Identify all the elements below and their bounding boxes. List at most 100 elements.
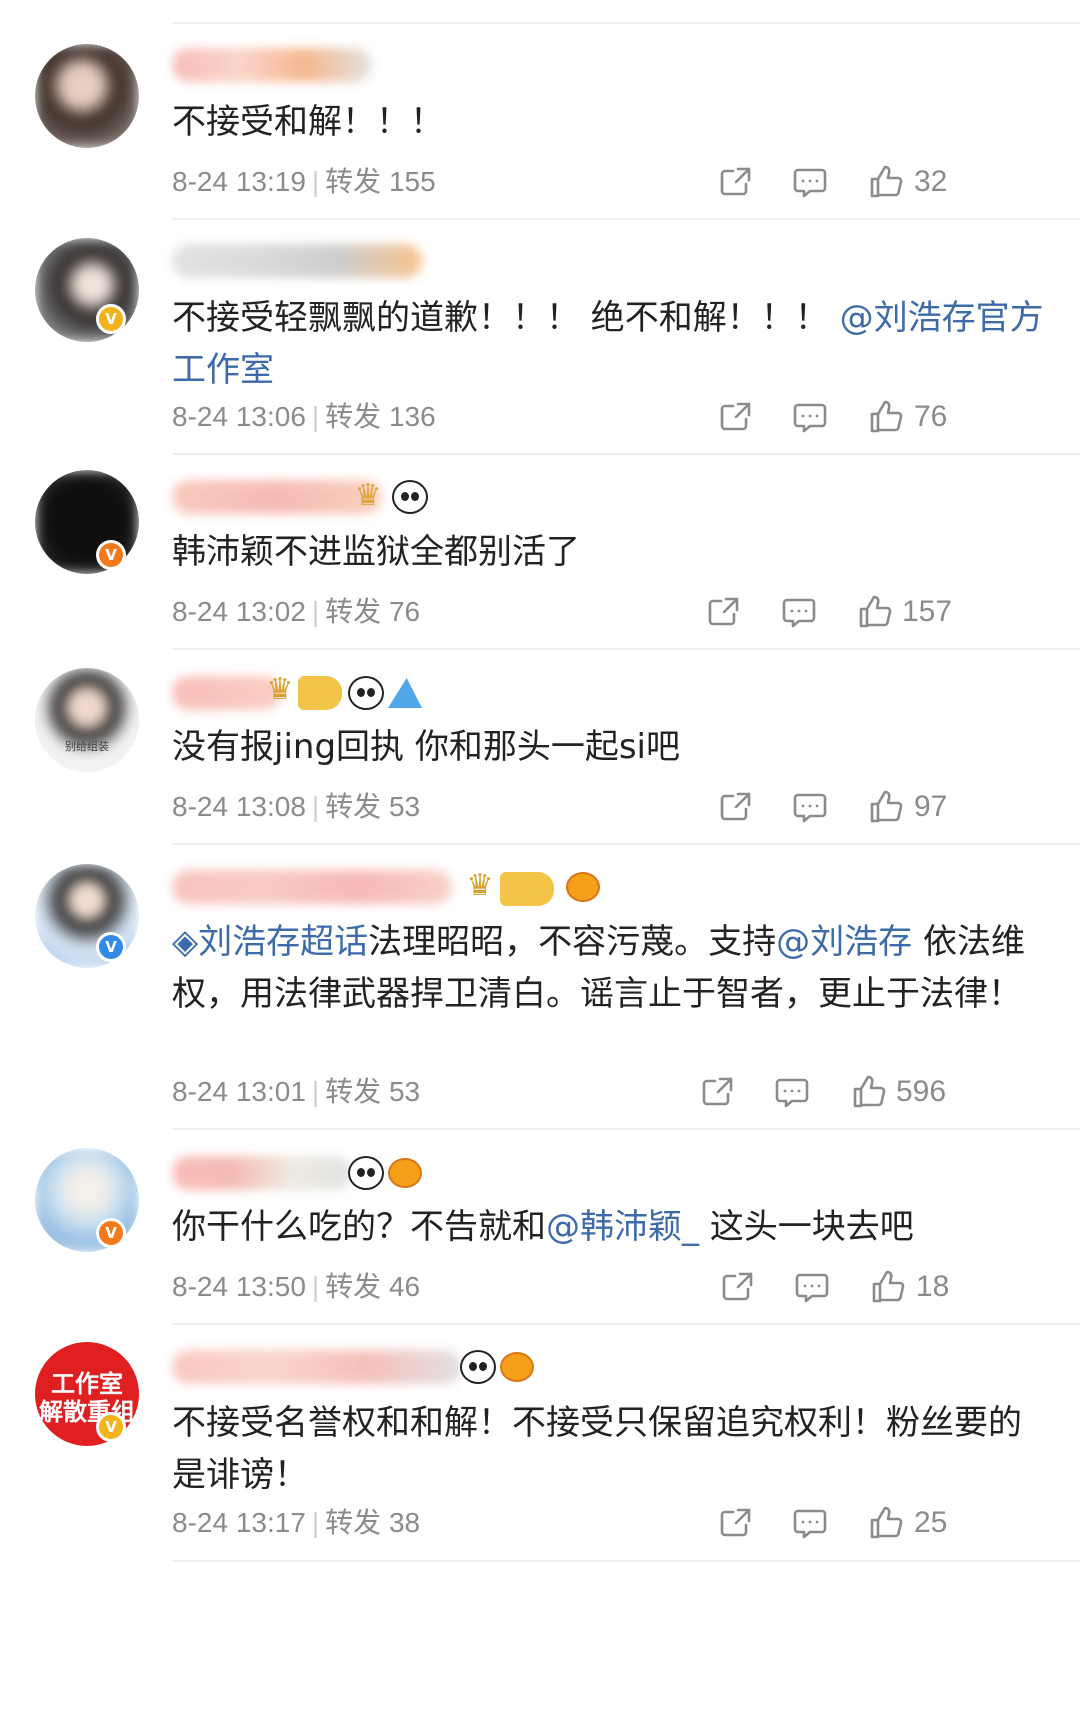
username[interactable] [172, 48, 372, 82]
timestamp: 8-24 13:19 [172, 166, 306, 197]
like-count: 157 [902, 595, 953, 628]
comment-icon[interactable] [790, 787, 830, 827]
repost-label: 转发 [325, 1076, 382, 1107]
crown-badge-icon: ♛ [266, 672, 294, 707]
timestamp: 8-24 13:01 [172, 1076, 306, 1107]
username[interactable] [172, 1156, 352, 1190]
like-count: 596 [896, 1075, 947, 1108]
avatar[interactable] [35, 44, 139, 148]
verified-v-icon: V [96, 932, 126, 962]
comment-meta: 8-24 13:19 | 转发 155 [172, 166, 436, 197]
mention-link[interactable]: @刘浩存 [776, 922, 912, 962]
divider [172, 1560, 1080, 1562]
share-icon[interactable] [716, 787, 756, 827]
fish-emoji-icon [500, 1352, 534, 1382]
verified-v-icon: V [96, 304, 126, 334]
like-count: 18 [916, 1270, 950, 1303]
repost-count: 76 [388, 596, 421, 627]
verified-v-icon: V [96, 540, 126, 570]
share-icon[interactable] [704, 592, 744, 632]
comment-text: 不接受名誉权和和解！不接受只保留追究权利！粉丝要的是诽谤！ [172, 1403, 1022, 1495]
comment-meta: 8-24 13:01 | 转发 53 [172, 1076, 421, 1107]
fan-level-badge [298, 676, 342, 710]
comment-text: 你干什么吃的？不告就和@韩沛颖_ 这头一块去吧 [172, 1201, 1052, 1253]
share-icon[interactable] [716, 397, 756, 437]
super-topic-link[interactable]: 刘浩存超话 [198, 922, 368, 962]
comment-text: ◈刘浩存超话法理昭昭，不容污蔑。支持@刘浩存 依法维权，用法律武器捍卫清白。谣言… [172, 916, 1052, 1020]
thumbs-up-icon[interactable] [866, 787, 906, 827]
comment-icon[interactable] [790, 1503, 830, 1543]
timestamp: 8-24 13:06 [172, 401, 306, 432]
shark-emoji-icon [388, 678, 422, 708]
username[interactable] [172, 1350, 462, 1384]
share-icon[interactable] [716, 1503, 756, 1543]
comment-text: 不接受轻飘飘的道歉！！！ 绝不和解！！！ @刘浩存官方工作室 [172, 292, 1052, 396]
divider [172, 1323, 1080, 1325]
fan-level-badge [500, 872, 554, 906]
super-topic-icon: ◈ [172, 922, 199, 962]
repost-label: 转发 [325, 1507, 382, 1538]
comment-meta: 8-24 13:17 | 转发 38 [172, 1507, 421, 1538]
avatar[interactable]: 别给组装 [35, 668, 139, 772]
timestamp: 8-24 13:02 [172, 596, 306, 627]
like-count: 76 [914, 400, 948, 433]
comment-text-a: 你干什么吃的？不告就和 [172, 1207, 546, 1247]
panda-emoji-icon [348, 676, 384, 710]
repost-label: 转发 [325, 401, 382, 432]
comment-meta: 8-24 13:08 | 转发 53 [172, 791, 421, 822]
repost-count: 136 [388, 401, 436, 432]
repost-label: 转发 [325, 1271, 382, 1302]
repost-label: 转发 [325, 791, 382, 822]
divider [172, 218, 1080, 220]
thumbs-up-icon[interactable] [868, 1267, 908, 1307]
like-count: 25 [914, 1506, 948, 1539]
share-icon[interactable] [698, 1072, 738, 1112]
timestamp: 8-24 13:08 [172, 791, 306, 822]
comment-icon[interactable] [792, 1267, 832, 1307]
panda-emoji-icon [460, 1350, 496, 1384]
crown-badge-icon: ♛ [466, 868, 494, 903]
comment-text: 没有报jing回执 你和那头一起si吧 [172, 727, 680, 767]
share-icon[interactable] [718, 1267, 758, 1307]
comment-text: 韩沛颖不进监狱全都别活了 [172, 532, 580, 572]
panda-emoji-icon [348, 1156, 384, 1190]
share-icon[interactable] [716, 162, 756, 202]
comment-icon[interactable] [779, 592, 819, 632]
comment-icon[interactable] [790, 397, 830, 437]
thumbs-up-icon[interactable] [866, 162, 906, 202]
thumbs-up-icon[interactable] [849, 1072, 889, 1112]
divider [172, 843, 1080, 845]
mention-link[interactable]: @韩沛颖_ [546, 1207, 699, 1247]
repost-label: 转发 [325, 166, 382, 197]
username[interactable] [172, 244, 422, 278]
avatar-caption: 别给组装 [65, 740, 109, 753]
crown-badge-icon: ♛ [354, 478, 382, 513]
divider [172, 22, 1080, 24]
comment-icon[interactable] [790, 162, 830, 202]
timestamp: 8-24 13:17 [172, 1507, 306, 1538]
username[interactable] [172, 870, 452, 904]
comment-meta: 8-24 13:50 | 转发 46 [172, 1271, 421, 1302]
comment-text-a: 法理昭昭，不容污蔑。支持 [368, 922, 777, 962]
repost-count: 38 [388, 1507, 421, 1538]
comment-text-main: 不接受轻飘飘的道歉！！！ 绝不和解！！！ [172, 298, 840, 338]
comment-meta: 8-24 13:06 | 转发 136 [172, 401, 436, 432]
fish-emoji-icon [566, 872, 600, 902]
thumbs-up-icon[interactable] [866, 1503, 906, 1543]
comment-feed: 不接受和解！！！ 8-24 13:19 | 转发 155 32 V 不接受轻飘飘的道… [0, 0, 1080, 1733]
comment-icon[interactable] [772, 1072, 812, 1112]
like-count: 32 [914, 165, 948, 198]
comment-text: 不接受和解！！！ [172, 102, 444, 142]
divider [172, 1128, 1080, 1130]
thumbs-up-icon[interactable] [855, 592, 895, 632]
verified-v-icon: V [96, 1218, 126, 1248]
verified-v-icon: V [96, 1412, 126, 1442]
thumbs-up-icon[interactable] [866, 397, 906, 437]
fish-emoji-icon [388, 1158, 422, 1188]
repost-label: 转发 [325, 596, 382, 627]
divider [172, 648, 1080, 650]
repost-count: 155 [388, 166, 436, 197]
divider [172, 453, 1080, 455]
timestamp: 8-24 13:50 [172, 1271, 306, 1302]
repost-count: 53 [388, 1076, 421, 1107]
